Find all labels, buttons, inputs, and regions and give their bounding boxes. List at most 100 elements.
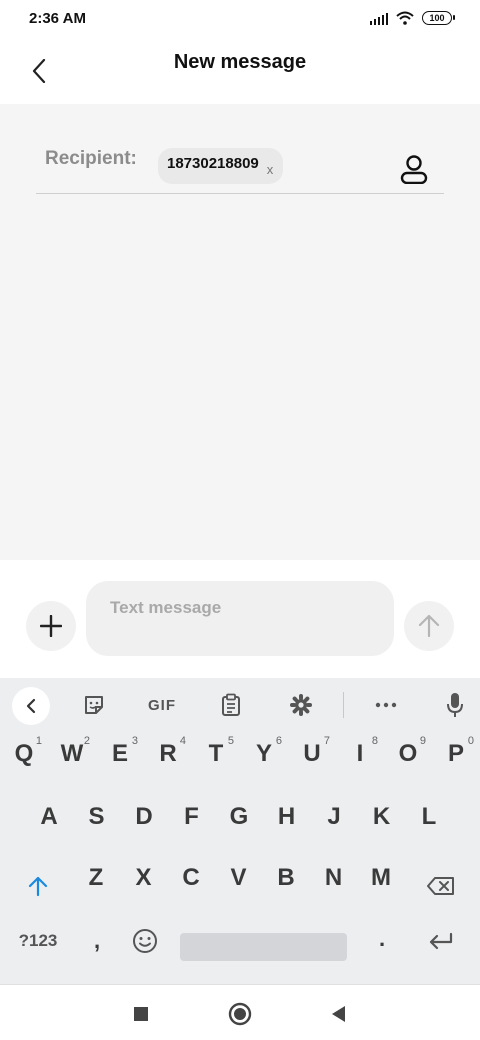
key-alt-label: 8: [371, 735, 378, 747]
key-alt-label: 0: [467, 735, 474, 747]
period-key[interactable]: .: [362, 914, 402, 964]
voice-input-button[interactable]: [440, 690, 470, 720]
message-input[interactable]: [86, 581, 394, 656]
triangle-back-icon: [332, 1006, 345, 1022]
recipient-row: Recipient: 18730218809 x: [36, 140, 444, 194]
key-y[interactable]: Y6: [240, 729, 288, 779]
send-arrow-icon: [418, 614, 440, 638]
sticker-icon: [85, 696, 103, 714]
back-nav-button[interactable]: [322, 997, 356, 1031]
key-alt-label: 6: [275, 735, 282, 747]
home-button[interactable]: [223, 997, 257, 1031]
key-label: T: [208, 740, 224, 767]
emoji-key[interactable]: [124, 916, 166, 966]
key-i[interactable]: I8: [336, 729, 384, 779]
gif-label: GIF: [148, 696, 176, 714]
enter-key[interactable]: [418, 916, 464, 966]
key-e[interactable]: E3: [96, 729, 144, 779]
key-m[interactable]: M: [358, 853, 404, 903]
key-d[interactable]: D: [121, 792, 167, 842]
key-x[interactable]: X: [121, 853, 167, 903]
key-h[interactable]: H: [264, 792, 310, 842]
backspace-key[interactable]: [416, 861, 466, 911]
recents-button[interactable]: [124, 997, 158, 1031]
clipboard-button[interactable]: [216, 690, 246, 720]
add-attachment-button[interactable]: [26, 601, 76, 651]
system-nav-bar: [0, 984, 480, 1040]
space-key[interactable]: [180, 933, 347, 961]
home-circle-icon: [228, 1002, 252, 1026]
key-label: I: [356, 740, 364, 767]
collapse-toolbar-button[interactable]: [12, 687, 50, 725]
key-s[interactable]: S: [74, 792, 120, 842]
key-g[interactable]: G: [216, 792, 262, 842]
key-label: P: [447, 740, 464, 767]
key-b[interactable]: B: [263, 853, 309, 903]
shift-arrow-icon: [28, 876, 48, 897]
battery-icon: 100: [422, 11, 455, 25]
key-alt-label: 2: [83, 735, 90, 747]
key-label: Q: [14, 740, 34, 767]
conversation-area: Recipient: 18730218809 x: [0, 104, 480, 560]
settings-button[interactable]: [286, 690, 316, 720]
key-v[interactable]: V: [216, 853, 262, 903]
enter-arrow-icon: [429, 932, 453, 950]
page-title: New message: [173, 51, 307, 73]
key-alt-label: 5: [227, 735, 234, 747]
key-u[interactable]: U7: [288, 729, 336, 779]
key-alt-label: 1: [35, 735, 42, 747]
recipient-chip[interactable]: 18730218809 x: [158, 148, 284, 184]
chevron-left-icon: [26, 698, 36, 714]
status-time: 2:36 AM: [29, 10, 86, 27]
emoji-icon: [133, 929, 157, 953]
key-alt-label: 7: [323, 735, 330, 747]
symbols-key[interactable]: ?123: [10, 916, 66, 966]
key-f[interactable]: F: [169, 792, 215, 842]
key-o[interactable]: O9: [384, 729, 432, 779]
key-label: E: [111, 740, 128, 767]
key-a[interactable]: A: [26, 792, 72, 842]
key-alt-label: 3: [131, 735, 138, 747]
more-dots-icon: [375, 702, 397, 708]
key-k[interactable]: K: [359, 792, 405, 842]
comma-key[interactable]: ,: [76, 916, 118, 966]
sticker-button[interactable]: [78, 690, 110, 720]
wifi-icon: [396, 11, 414, 25]
gif-button[interactable]: GIF: [142, 690, 182, 720]
shift-key[interactable]: [14, 861, 62, 911]
key-j[interactable]: J: [311, 792, 357, 842]
contact-person-icon: [400, 155, 428, 184]
key-l[interactable]: L: [406, 792, 452, 842]
recipient-chip-text: 18730218809: [167, 154, 259, 172]
key-c[interactable]: C: [168, 853, 214, 903]
key-p[interactable]: P0: [432, 729, 480, 779]
key-t[interactable]: T5: [192, 729, 240, 779]
keyboard-toolbar: GIF: [0, 678, 480, 732]
app-bar: New message: [0, 38, 480, 104]
key-n[interactable]: N: [311, 853, 357, 903]
plus-icon: [40, 615, 62, 637]
key-z[interactable]: Z: [73, 853, 119, 903]
key-label: O: [398, 740, 418, 767]
send-button[interactable]: [404, 601, 454, 651]
more-button[interactable]: [370, 690, 402, 720]
gear-icon: [290, 694, 312, 716]
key-label: Y: [255, 740, 272, 767]
clipboard-icon: [222, 693, 240, 716]
key-alt-label: 4: [179, 735, 186, 747]
key-label: W: [60, 740, 84, 767]
key-w[interactable]: W2: [48, 729, 96, 779]
signal-icon: [369, 11, 388, 25]
square-icon: [134, 1007, 148, 1021]
microphone-icon: [447, 693, 463, 717]
compose-area: [0, 560, 480, 678]
key-q[interactable]: Q1: [0, 729, 48, 779]
keyboard: G I F Q 1 W 2 E 3 R 4 T 5 Y 6 U 7 I 8 O 9 …: [0, 678, 480, 984]
key-label: U: [303, 740, 321, 767]
status-icons: 100: [369, 11, 455, 25]
backspace-icon: [427, 877, 454, 895]
remove-recipient-button[interactable]: x: [267, 162, 274, 177]
status-bar: 2:36 AM 100: [0, 0, 480, 38]
contacts-button[interactable]: [398, 152, 430, 186]
key-r[interactable]: R4: [144, 729, 192, 779]
